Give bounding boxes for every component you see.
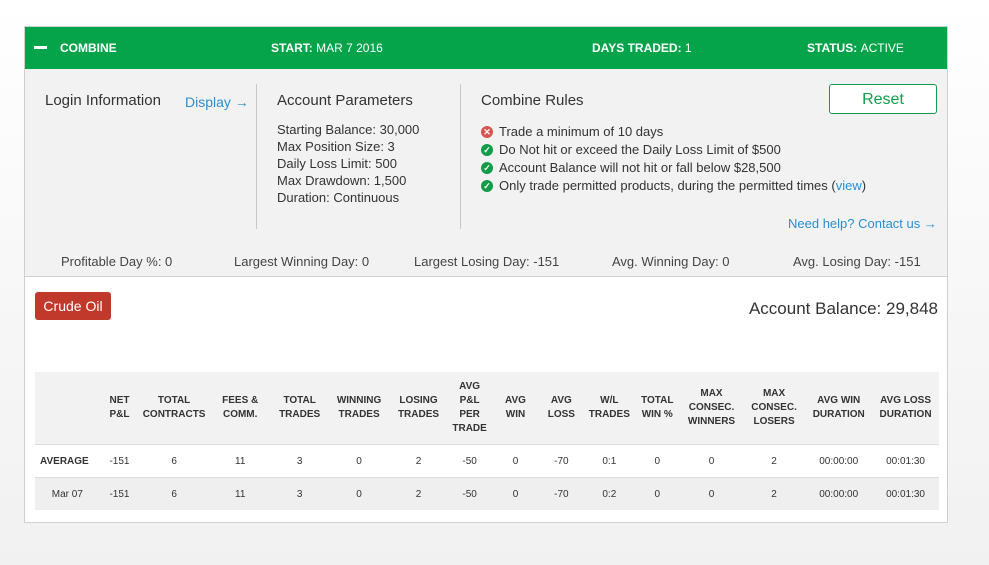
collapse-minus-icon[interactable] <box>34 46 47 49</box>
status: STATUS: ACTIVE <box>807 41 904 55</box>
combine-title: COMBINE <box>60 41 117 55</box>
rule-item: ✕ Trade a minimum of 10 days <box>481 123 866 141</box>
stats-bar: Profitable Day %: 0 Largest Winning Day:… <box>25 244 947 277</box>
column-header: AVG LOSS <box>538 372 585 445</box>
table-header-row: NET P&L TOTAL CONTRACTS FEES & COMM. TOT… <box>35 372 939 445</box>
combine-panel: COMBINE START: MAR 7 2016 DAYS TRADED: 1… <box>24 26 948 523</box>
pass-check-icon: ✓ <box>481 180 493 192</box>
combine-header-bar: COMBINE START: MAR 7 2016 DAYS TRADED: 1… <box>25 27 947 69</box>
reset-button[interactable]: Reset <box>829 84 937 114</box>
account-balance: Account Balance: 29,848 <box>748 299 938 318</box>
column-header: WINNING TRADES <box>327 372 391 445</box>
rule-item: ✓ Account Balance will not hit or fall be… <box>481 159 866 177</box>
fail-x-icon: ✕ <box>481 126 493 138</box>
info-section: Login Information Display → Account Para… <box>25 69 947 245</box>
rules-list: ✕ Trade a minimum of 10 days ✓ Do Not hit … <box>481 123 866 195</box>
rule-item: ✓ Do Not hit or exceed the Daily Loss Lim… <box>481 141 866 159</box>
param-daily-loss: Daily Loss Limit: 500 <box>277 156 397 171</box>
display-link[interactable]: Display → <box>185 94 249 110</box>
view-link[interactable]: view <box>836 177 862 195</box>
column-header: MAX CONSEC. WINNERS <box>680 372 743 445</box>
trade-stats-table: NET P&L TOTAL CONTRACTS FEES & COMM. TOT… <box>35 372 939 510</box>
param-max-drawdown: Max Drawdown: 1,500 <box>277 173 407 188</box>
pass-check-icon: ✓ <box>481 144 493 156</box>
account-parameters-list: Starting Balance: 30,000 Max Position Si… <box>277 121 419 206</box>
stat-profitable-day: Profitable Day %: 0 <box>61 254 173 269</box>
param-starting-balance: Starting Balance: 30,000 <box>277 122 420 137</box>
divider <box>256 84 257 229</box>
stat-largest-losing-day: Largest Losing Day: -151 <box>414 254 560 269</box>
column-header: TOTAL WIN % <box>634 372 681 445</box>
account-parameters-title: Account Parameters <box>277 92 413 109</box>
divider <box>460 84 461 229</box>
stat-largest-winning-day: Largest Winning Day: 0 <box>234 254 370 269</box>
param-max-position: Max Position Size: 3 <box>277 139 395 154</box>
column-header: MAX CONSEC. LOSERS <box>742 372 806 445</box>
column-header: FEES & COMM. <box>208 372 272 445</box>
column-header: TOTAL TRADES <box>271 372 328 445</box>
column-header: AVG LOSS DURATION <box>872 372 939 445</box>
table-row: Mar 07 -151 6 11 3 0 2 -50 0 -70 0:2 0 0… <box>35 477 939 510</box>
stat-avg-winning-day: Avg. Winning Day: 0 <box>612 254 730 269</box>
column-header: AVG P&L PER TRADE <box>446 372 493 445</box>
column-header: W/L TRADES <box>584 372 635 445</box>
combine-rules-title: Combine Rules <box>481 92 584 109</box>
param-duration: Duration: Continuous <box>277 190 400 205</box>
column-header: LOSING TRADES <box>390 372 447 445</box>
column-header: AVG WIN <box>492 372 539 445</box>
crude-oil-button[interactable]: Crude Oil <box>35 292 111 320</box>
days-traded: DAYS TRADED: 1 <box>592 41 692 55</box>
column-header <box>35 372 100 445</box>
column-header: TOTAL CONTRACTS <box>139 372 209 445</box>
column-header: NET P&L <box>99 372 140 445</box>
stat-avg-losing-day: Avg. Losing Day: -151 <box>793 254 921 269</box>
login-info-title: Login Information <box>45 92 161 109</box>
contact-help-link[interactable]: Need help? Contact us → <box>788 216 937 231</box>
pass-check-icon: ✓ <box>481 162 493 174</box>
rule-item: ✓ Only trade permitted products, during t… <box>481 177 866 195</box>
column-header: AVG WIN DURATION <box>805 372 873 445</box>
table-row: AVERAGE -151 6 11 3 0 2 -50 0 -70 0:1 0 … <box>35 444 939 478</box>
start-date: START: MAR 7 2016 <box>271 41 383 55</box>
